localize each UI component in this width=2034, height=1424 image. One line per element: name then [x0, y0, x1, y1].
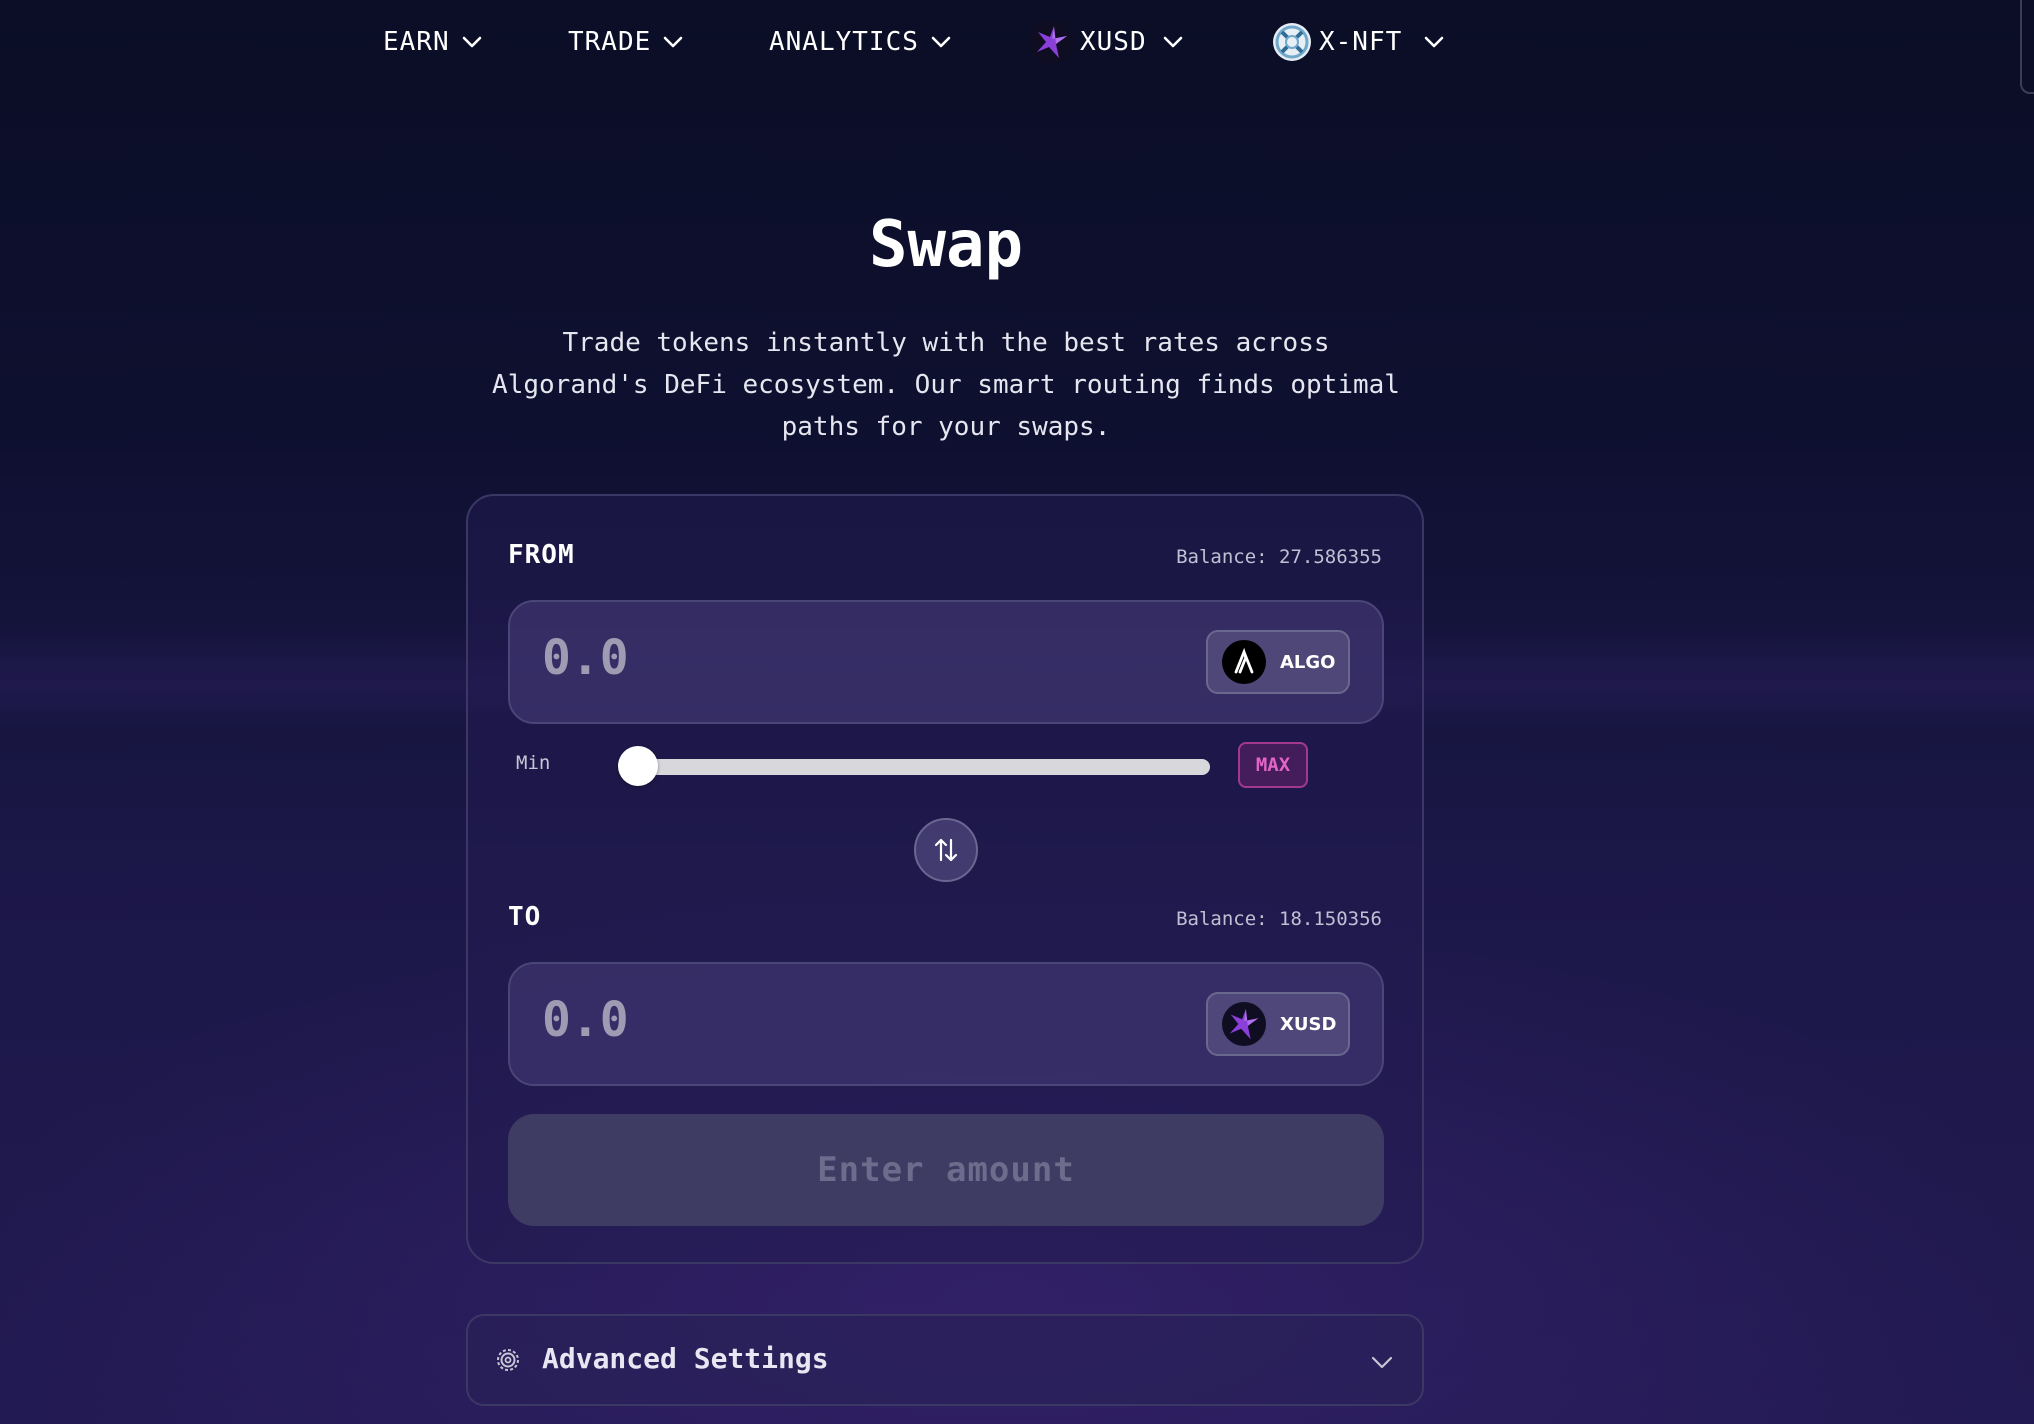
scrollbar[interactable] [2020, 0, 2034, 94]
chevron-down-icon [931, 36, 951, 48]
subtitle-line: Algorand's DeFi ecosystem. Our smart rou… [492, 370, 1400, 400]
algo-logo-icon [1222, 640, 1266, 684]
nav-x-nft[interactable]: X-NFT [1273, 22, 1446, 62]
xusd-logo-icon [1030, 20, 1074, 64]
from-token-label: ALGO [1280, 651, 1336, 673]
chevron-down-icon [462, 36, 481, 48]
to-token-select[interactable]: XUSD [1206, 992, 1350, 1056]
to-token-label: XUSD [1280, 1013, 1337, 1035]
chevron-down-icon [1424, 36, 1444, 48]
amount-slider-thumb[interactable] [618, 746, 658, 786]
subtitle-line: Trade tokens instantly with the best rat… [562, 328, 1330, 358]
from-balance: Balance: 27.586355 [1176, 546, 1382, 568]
chevron-down-icon [1163, 36, 1182, 48]
top-navigation: EARN TRADE ANALYTICS XUSD X-NFT [0, 0, 2034, 84]
enter-amount-button[interactable]: Enter amount [508, 1114, 1384, 1226]
from-token-select[interactable]: ALGO [1206, 630, 1350, 694]
swap-card: FROM Balance: 27.586355 0.0 ALGO Min MAX… [466, 494, 1424, 1264]
nav-xusd[interactable]: XUSD [1030, 20, 1185, 64]
gear-icon [497, 1349, 519, 1371]
to-balance: Balance: 18.150356 [1176, 908, 1382, 930]
nav-xusd-label: XUSD [1080, 27, 1147, 57]
nav-analytics-label: ANALYTICS [769, 27, 919, 57]
from-label: FROM [508, 540, 575, 570]
to-label: TO [508, 902, 542, 932]
subtitle-line: paths for your swaps. [781, 412, 1111, 442]
nav-earn[interactable]: EARN [383, 22, 484, 62]
page-title: Swap [868, 208, 1024, 282]
nav-earn-label: EARN [383, 27, 450, 57]
from-amount-field[interactable]: 0.0 ALGO [508, 600, 1384, 724]
advanced-settings-toggle[interactable]: Advanced Settings [466, 1314, 1424, 1406]
nav-trade-label: TRADE [568, 27, 652, 57]
max-button[interactable]: MAX [1238, 742, 1308, 788]
nav-trade[interactable]: TRADE [568, 22, 685, 62]
from-amount-input[interactable]: 0.0 [542, 630, 629, 686]
slider-min-label: Min [516, 752, 551, 774]
amount-slider-track[interactable] [620, 759, 1210, 775]
to-amount-field[interactable]: 0.0 XUSD [508, 962, 1384, 1086]
nav-analytics[interactable]: ANALYTICS [769, 22, 953, 62]
to-amount-input[interactable]: 0.0 [542, 992, 629, 1048]
advanced-settings-label: Advanced Settings [542, 1342, 829, 1375]
chevron-down-icon [1371, 1356, 1393, 1369]
page-subtitle: Trade tokens instantly with the best rat… [446, 322, 1446, 448]
xusd-logo-icon [1222, 1002, 1266, 1046]
amount-slider-row: Min MAX [508, 742, 1384, 792]
swap-arrows-icon [934, 838, 958, 862]
chevron-down-icon [663, 36, 683, 48]
x-nft-logo-icon [1273, 23, 1311, 61]
swap-direction-button[interactable] [914, 818, 978, 882]
nav-x-nft-label: X-NFT [1319, 27, 1403, 57]
